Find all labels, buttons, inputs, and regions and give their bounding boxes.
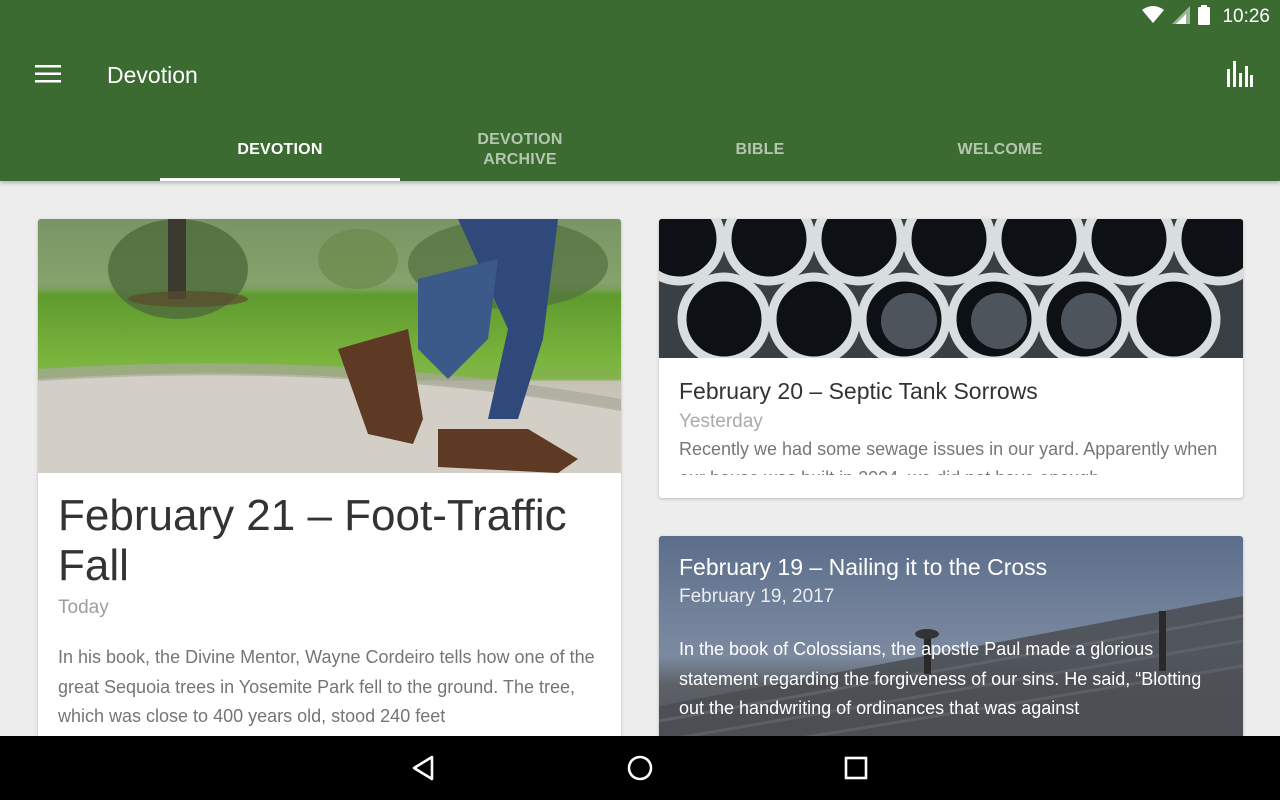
card-image-pipes	[659, 219, 1243, 358]
card-image-walking	[38, 219, 621, 473]
card-date: Today	[58, 597, 109, 618]
system-nav-bar	[0, 736, 1280, 800]
card-excerpt: In his book, the Divine Mentor, Wayne Co…	[58, 647, 595, 726]
tab-label: DEVOTION	[237, 140, 323, 158]
tab-devotion[interactable]: DEVOTION	[160, 118, 400, 181]
card-date: February 19, 2017	[679, 586, 835, 607]
menu-icon	[35, 64, 61, 88]
chart-button[interactable]	[1216, 52, 1264, 100]
devotion-card-featured[interactable]: February 21 – Foot-Traffic Fall Today In…	[38, 219, 621, 779]
card-date: Yesterday	[679, 411, 763, 432]
home-icon	[624, 755, 656, 788]
card-excerpt: In the book of Colossians, the apostle P…	[679, 639, 1202, 718]
wifi-icon	[1142, 5, 1165, 29]
bar-chart-icon	[1227, 60, 1253, 92]
signal-icon	[1172, 5, 1191, 29]
card-title: February 20 – Septic Tank Sorrows	[679, 378, 1038, 404]
recents-button[interactable]	[840, 752, 872, 784]
card-excerpt: Recently we had some sewage issues in ou…	[679, 439, 1218, 475]
app-bar: 10:26 Devotion DEVOTION DEVOTION ARCHIVE…	[0, 0, 1280, 181]
back-button[interactable]	[408, 752, 440, 784]
back-icon	[408, 755, 440, 788]
tab-bar: DEVOTION DEVOTION ARCHIVE BIBLE WELCOME	[160, 118, 1120, 181]
clock: 10:26	[1222, 6, 1270, 27]
tab-welcome[interactable]: WELCOME	[880, 118, 1120, 181]
devotion-card-second[interactable]: February 20 – Septic Tank Sorrows Yester…	[659, 219, 1243, 498]
battery-icon	[1198, 4, 1211, 30]
menu-button[interactable]	[24, 52, 72, 100]
card-title: February 19 – Nailing it to the Cross	[679, 554, 1048, 580]
tab-devotion-archive[interactable]: DEVOTION ARCHIVE	[400, 118, 640, 181]
card-title: February 21 – Foot-Traffic Fall	[58, 491, 567, 590]
tab-label: DEVOTION ARCHIVE	[477, 130, 563, 168]
status-bar: 10:26	[1142, 4, 1270, 30]
tab-label: BIBLE	[735, 140, 785, 158]
tab-bible[interactable]: BIBLE	[640, 118, 880, 181]
tab-label: WELCOME	[957, 140, 1043, 158]
recents-icon	[840, 756, 872, 788]
page-title: Devotion	[107, 62, 198, 88]
home-button[interactable]	[624, 752, 656, 784]
